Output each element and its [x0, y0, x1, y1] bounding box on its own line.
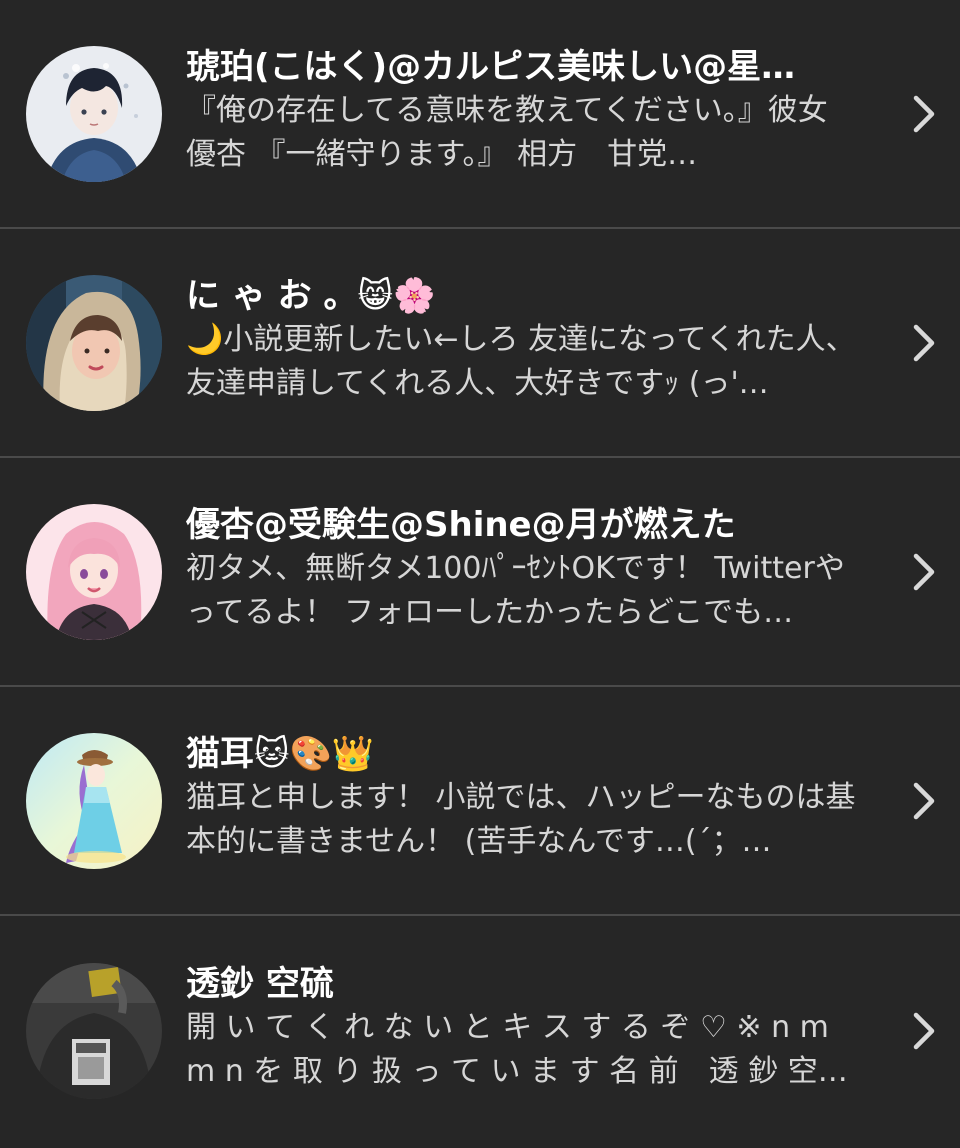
hooded-person-avatar-icon[interactable]	[26, 274, 162, 411]
chevron-right-icon	[912, 781, 936, 821]
user-bio: 初タメ、無断タメ100ﾊﾟｰｾﾝﾄOKです！ Twitterやってるよ！ フォロ…	[186, 550, 845, 630]
user-list-item[interactable]: に ゃ お 。😸🌸 🌙小説更新したい←しろ 友達になってくれた人、友達申請してく…	[0, 229, 960, 458]
user-name: に ゃ お 。😸🌸	[186, 275, 436, 316]
user-bio: 🌙小説更新したい←しろ 友達になってくれた人、友達申請してくれる人、大好きですｯ…	[186, 321, 856, 401]
user-name: 猫耳🐱🎨👑	[186, 733, 375, 774]
chevron-right-icon	[912, 323, 936, 363]
user-name: 優杏@受験生@Shine@月が燃えた	[186, 504, 736, 545]
user-name: 透鈔 空硫	[186, 964, 334, 1004]
chevron-right-icon	[912, 552, 936, 592]
user-list-item[interactable]: 猫耳🐱🎨👑 猫耳と申します！ 小説では、ハッピーなものは基本的に書きません！ (…	[0, 687, 960, 916]
chevron-right-icon	[912, 1011, 936, 1051]
user-name: 琥珀(こはく)@カルピス美味しい@星…	[186, 46, 796, 87]
user-bio: 開 い て く れ な い と キ ス す る ぞ ♡ ※ n m m n を …	[186, 1010, 848, 1089]
pink-hair-girl-avatar-icon[interactable]	[26, 503, 162, 640]
user-list-item[interactable]: 琥珀(こはく)@カルピス美味しい@星… 『俺の存在してる意味を教えてください。』…	[0, 0, 960, 229]
person-photo-avatar-icon[interactable]	[26, 963, 162, 1099]
user-bio: 『俺の存在してる意味を教えてください。』彼女 優杏 『一緒守ります。』 相方 甘…	[186, 92, 858, 172]
anime-boy-avatar-icon[interactable]	[26, 45, 162, 182]
user-bio: 猫耳と申します！ 小説では、ハッピーなものは基本的に書きません！ (苦手なんです…	[186, 779, 856, 859]
purple-hair-girl-avatar-icon[interactable]	[26, 732, 162, 869]
user-list-item[interactable]: 優杏@受験生@Shine@月が燃えた 初タメ、無断タメ100ﾊﾟｰｾﾝﾄOKです…	[0, 458, 960, 687]
chevron-right-icon	[912, 94, 936, 134]
user-list-item[interactable]: 透鈔 空硫 開 い て く れ な い と キ ス す る ぞ ♡ ※ n m …	[0, 916, 960, 1146]
user-list: 琥珀(こはく)@カルピス美味しい@星… 『俺の存在してる意味を教えてください。』…	[0, 0, 960, 1148]
